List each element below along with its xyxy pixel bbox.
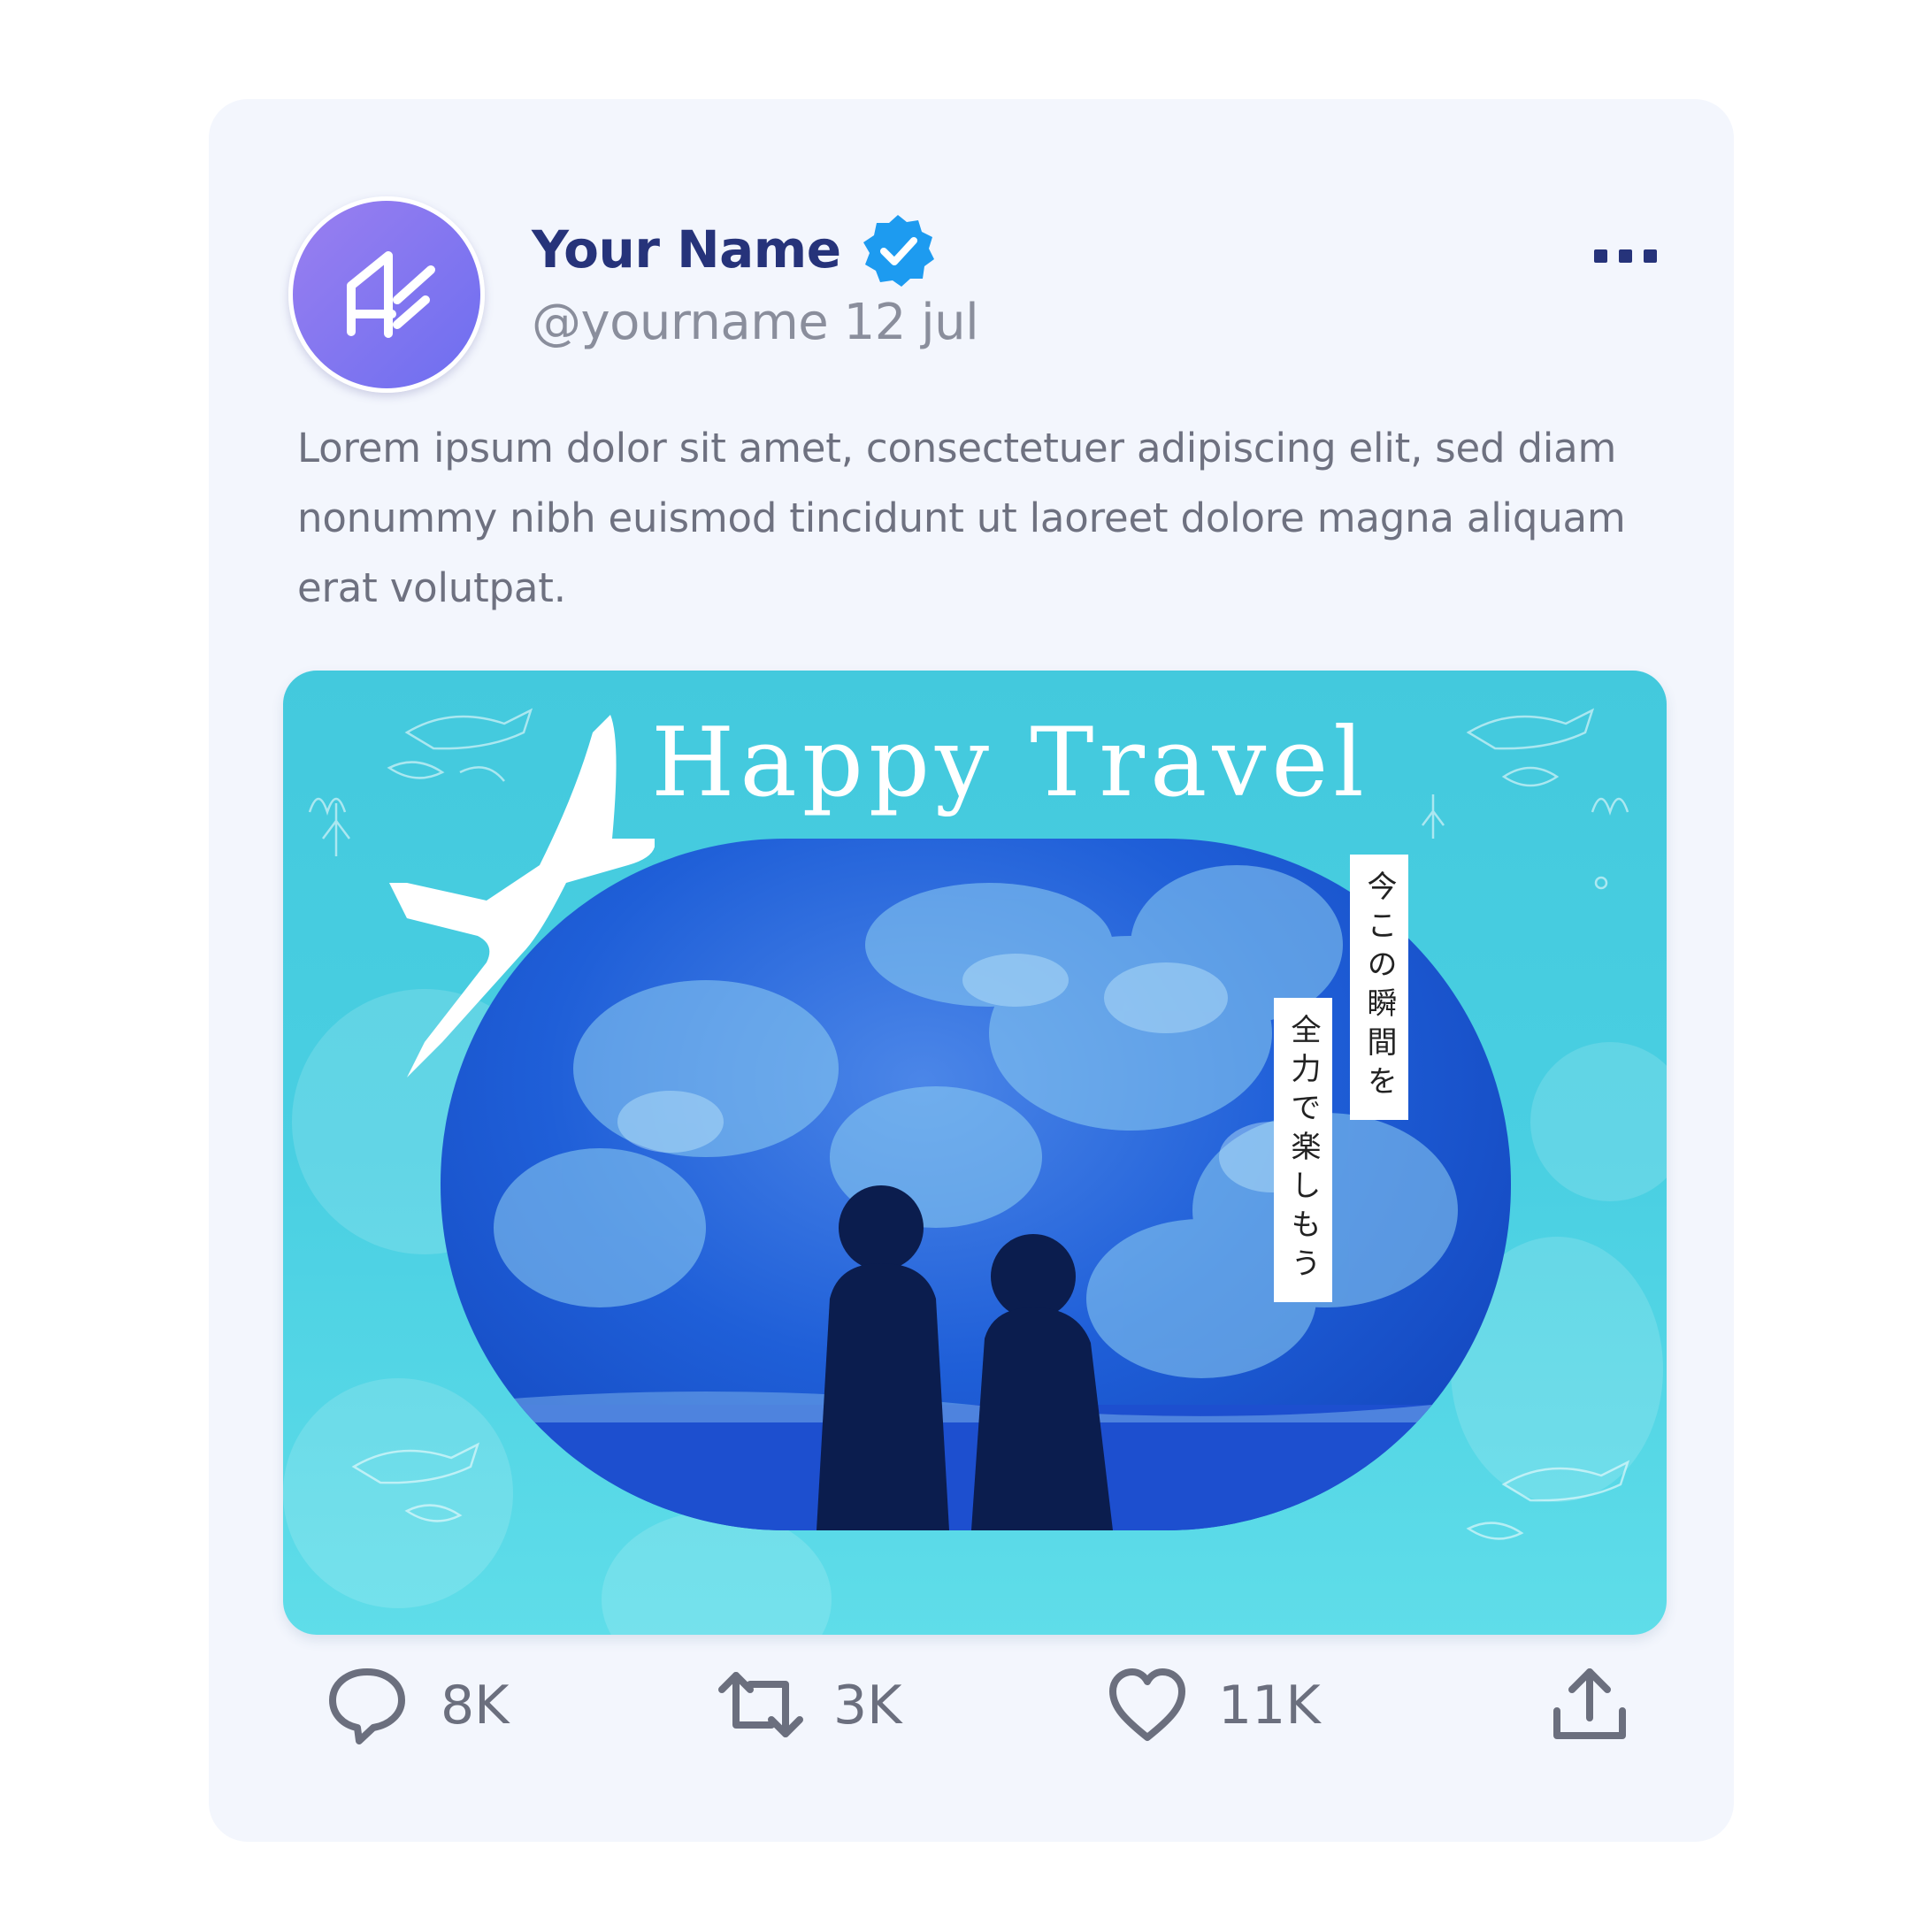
- like-button[interactable]: 11K: [1108, 1656, 1338, 1753]
- post-date[interactable]: 12 jul: [844, 294, 979, 351]
- author-name[interactable]: Your Name: [532, 218, 841, 280]
- repost-icon: [718, 1672, 803, 1737]
- repost-button[interactable]: 3K: [717, 1656, 947, 1753]
- media-caption-2: 全力で楽しもう: [1274, 998, 1332, 1302]
- action-bar: 8K 3K 11K: [209, 1656, 1734, 1753]
- more-horizontal-icon[interactable]: [1594, 239, 1658, 274]
- logo-icon: [347, 251, 435, 338]
- author-handle-line: @yourname 12 jul: [532, 292, 979, 354]
- reply-button[interactable]: 8K: [327, 1656, 557, 1753]
- share-icon: [1553, 1668, 1626, 1739]
- post-card: Your Name @yourname 12 jul Lorem ipsum d…: [209, 99, 1734, 1842]
- media-title: Happy Travel: [651, 708, 1369, 818]
- repost-count: 3K: [833, 1675, 902, 1736]
- like-count: 11K: [1218, 1675, 1321, 1736]
- avatar[interactable]: [288, 196, 485, 393]
- post-text: Lorem ipsum dolor sit amet, consectetuer…: [297, 425, 1626, 611]
- author-handle[interactable]: @yourname: [532, 294, 829, 351]
- share-button[interactable]: [1550, 1656, 1629, 1753]
- comment-icon: [329, 1668, 405, 1744]
- post-media-image[interactable]: Happy Travel 今この瞬間を 全力で楽しもう: [283, 671, 1667, 1635]
- verified-badge-icon: [863, 215, 934, 287]
- reply-count: 8K: [441, 1675, 510, 1736]
- heart-icon: [1109, 1668, 1185, 1741]
- media-caption-1: 今この瞬間を: [1350, 855, 1408, 1120]
